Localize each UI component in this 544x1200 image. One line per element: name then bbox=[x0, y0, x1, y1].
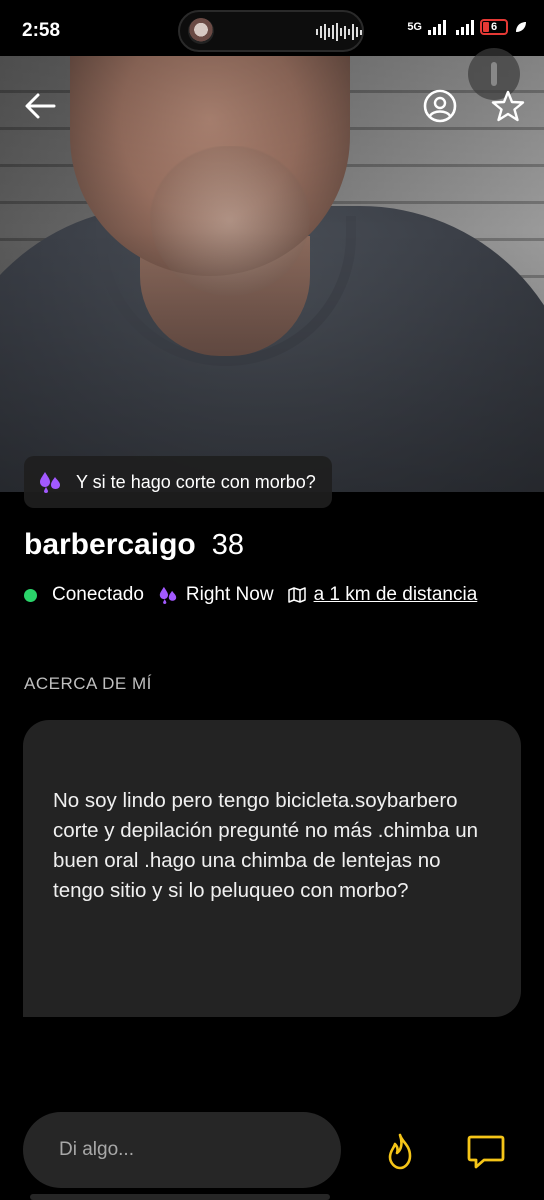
message-input[interactable]: Di algo... bbox=[23, 1112, 341, 1188]
username: barbercaigo bbox=[24, 528, 196, 561]
map-icon bbox=[287, 587, 306, 603]
network-type: 5G bbox=[407, 21, 422, 33]
profile-meta: Conectado Right Now a 1 km de distancia bbox=[24, 584, 477, 606]
signal-icon bbox=[428, 19, 446, 35]
profile-photo[interactable] bbox=[0, 56, 544, 492]
message-input-placeholder: Di algo... bbox=[59, 1139, 134, 1160]
online-dot-icon bbox=[24, 588, 37, 602]
droplets-icon bbox=[40, 472, 60, 493]
system-icons: 5G 6 bbox=[407, 19, 528, 35]
status-bar: 2:58 5G 6 bbox=[0, 0, 544, 56]
chat-button[interactable] bbox=[464, 1130, 508, 1174]
tap-button[interactable] bbox=[378, 1130, 422, 1174]
user-circle-icon bbox=[423, 89, 457, 123]
about-text: No soy lindo pero tengo bicicleta.soybar… bbox=[53, 789, 479, 902]
signal-icon-2 bbox=[456, 19, 474, 35]
right-now-label: Right Now bbox=[185, 584, 274, 605]
age: 38 bbox=[211, 529, 244, 561]
about-section-title: ACERCA DE MÍ bbox=[24, 674, 152, 693]
droplets-icon bbox=[159, 586, 177, 604]
dynamic-island[interactable] bbox=[178, 10, 364, 52]
photo-shade bbox=[0, 56, 544, 492]
favorite-button[interactable] bbox=[486, 84, 530, 128]
battery-level: 6 bbox=[490, 21, 498, 33]
tagline-badge: Y si te hago corte con morbo? bbox=[24, 456, 332, 508]
arrow-left-icon bbox=[25, 93, 56, 119]
status-time: 2:58 bbox=[22, 20, 61, 41]
fire-icon bbox=[388, 1133, 412, 1170]
star-icon bbox=[491, 90, 525, 122]
profile-heading: barbercaigo 38 bbox=[24, 528, 244, 562]
media-thumbnail bbox=[188, 18, 214, 44]
profile-button[interactable] bbox=[418, 84, 462, 128]
back-button[interactable] bbox=[18, 84, 62, 128]
battery-icon: 6 bbox=[480, 19, 508, 35]
distance-link[interactable]: a 1 km de distancia bbox=[314, 584, 478, 606]
leaf-icon bbox=[516, 22, 526, 32]
bottom-sheet-edge bbox=[30, 1194, 330, 1200]
chat-bubble-icon bbox=[467, 1135, 505, 1169]
audio-wave-icon bbox=[316, 23, 362, 41]
tagline-text: Y si te hago corte con morbo? bbox=[76, 471, 316, 492]
about-card: No soy lindo pero tengo bicicleta.soybar… bbox=[23, 720, 521, 1017]
online-status: Conectado bbox=[52, 584, 144, 605]
